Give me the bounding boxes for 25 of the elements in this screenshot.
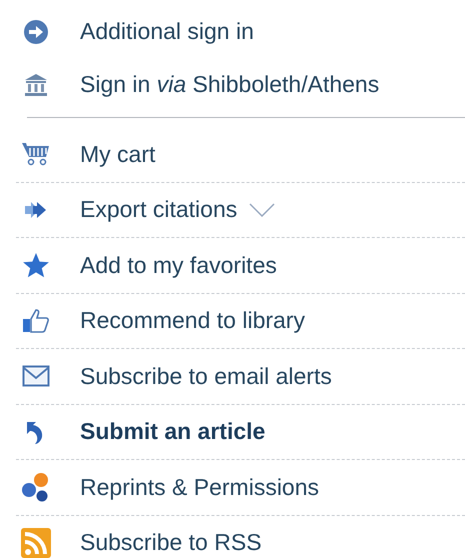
link-text: Add to my favorites	[80, 252, 277, 279]
star-icon	[22, 252, 50, 279]
building-icon	[23, 72, 49, 96]
rss-icon	[21, 528, 51, 558]
envelope-icon	[22, 365, 50, 388]
link-text: Subscribe to RSS	[80, 529, 262, 556]
arrow-circle-icon	[23, 18, 49, 44]
link-text: Reprints & Permissions	[80, 474, 320, 501]
link-text: My cart	[80, 140, 156, 168]
link-text: Submit an article	[80, 418, 266, 446]
menu-link[interactable]: Reprints & Permissions	[16, 471, 320, 504]
link-text: Recommend to library	[80, 307, 305, 334]
menu-link[interactable]: Sign in via Shibboleth/Athens	[16, 71, 380, 98]
menu-link[interactable]: Submit an article	[16, 418, 266, 446]
menu-link[interactable]: Subscribe to email alerts	[16, 362, 332, 390]
menu-link[interactable]: Additional sign in	[16, 18, 254, 45]
menu-link[interactable]: Add to my favorites	[16, 252, 277, 279]
thumbs-up-icon	[22, 308, 50, 334]
menu-link[interactable]: My cart	[16, 140, 156, 168]
menu-link[interactable]: Subscribe to RSS	[16, 528, 262, 558]
menu-link[interactable]: Recommend to library	[16, 307, 305, 334]
link-text: Subscribe to email alerts	[80, 362, 332, 390]
link-text: Export citations	[80, 196, 238, 224]
cart-icon	[21, 141, 51, 168]
menu-link[interactable]: Export citations	[16, 196, 276, 224]
